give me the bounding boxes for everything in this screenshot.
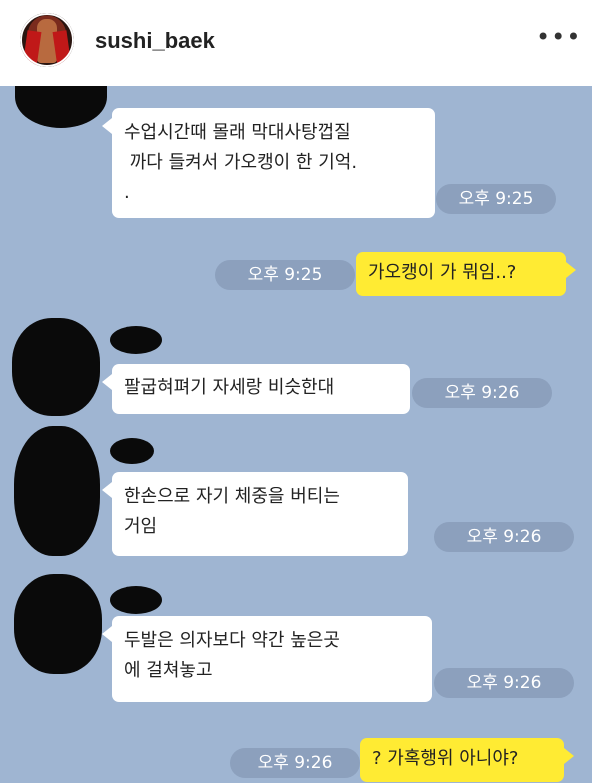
message-time: 오후 9:26: [412, 378, 552, 408]
message-bubble-mine: ? 가혹행위 아니야?: [360, 738, 564, 782]
message-time: 오후 9:25: [436, 184, 556, 214]
more-horizontal-icon[interactable]: •••: [536, 25, 580, 49]
redacted-avatar: [14, 426, 100, 556]
message-bubble: 한손으로 자기 체중을 버티는 거임: [112, 472, 408, 556]
message-bubble: 두발은 의자보다 약간 높은곳 에 걸쳐놓고: [112, 616, 432, 702]
message-time: 오후 9:26: [434, 668, 574, 698]
redacted-avatar: [12, 318, 100, 416]
message-bubble: 수업시간때 몰래 막대사탕껍질 까다 들켜서 가오캥이 한 기억. .: [112, 108, 435, 218]
message-time: 오후 9:25: [215, 260, 355, 290]
message-time: 오후 9:26: [434, 522, 574, 552]
message-time: 오후 9:26: [230, 748, 360, 778]
chat-screenshot: 수업시간때 몰래 막대사탕껍질 까다 들켜서 가오캥이 한 기억. . 오후 9…: [0, 86, 592, 783]
redacted-name: [110, 438, 154, 464]
redacted-avatar: [15, 86, 107, 128]
message-bubble: 팔굽혀펴기 자세랑 비슷한대: [112, 364, 410, 414]
username[interactable]: sushi_baek: [95, 28, 215, 54]
redacted-name: [110, 586, 162, 614]
message-bubble-mine: 가오캥이 가 뭐임..?: [356, 252, 566, 296]
post-header: sushi_baek •••: [0, 0, 592, 86]
avatar[interactable]: [20, 13, 74, 67]
redacted-name: [110, 326, 162, 354]
redacted-avatar: [14, 574, 102, 674]
